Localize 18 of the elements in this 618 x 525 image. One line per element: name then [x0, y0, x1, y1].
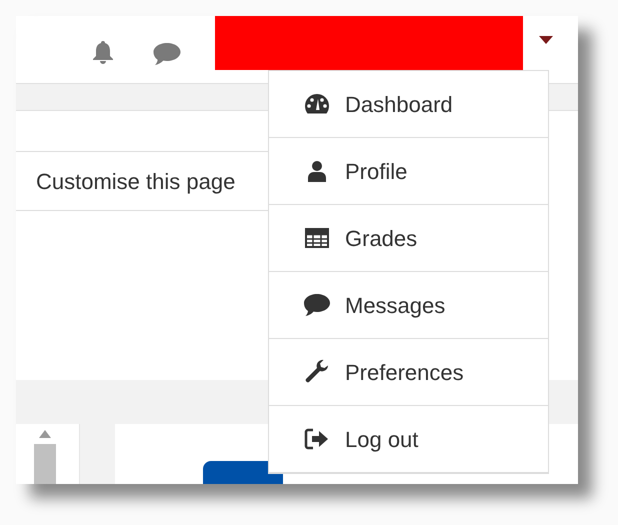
menu-item[interactable]: Dashboard [269, 71, 548, 138]
menu-item[interactable]: Messages [269, 272, 548, 339]
scroll-thumb[interactable] [34, 444, 56, 484]
sign-out-icon [304, 428, 330, 450]
dashboard-gauge-icon [304, 93, 330, 115]
menu-item[interactable]: Preferences [269, 339, 548, 406]
wrench-icon [304, 359, 330, 385]
scrollbar[interactable] [34, 430, 56, 484]
chat-icon[interactable] [152, 42, 182, 66]
scroll-up-icon[interactable] [39, 430, 51, 438]
user-icon [307, 160, 327, 182]
caret-icon[interactable] [539, 36, 553, 44]
speech-bubble-icon [303, 293, 331, 317]
menu-item[interactable]: Profile [269, 138, 548, 205]
menu-item[interactable]: Log out [269, 406, 548, 473]
bell-icon[interactable] [90, 40, 116, 66]
menu-item[interactable]: Grades [269, 205, 548, 272]
table-grid-icon [305, 228, 329, 248]
